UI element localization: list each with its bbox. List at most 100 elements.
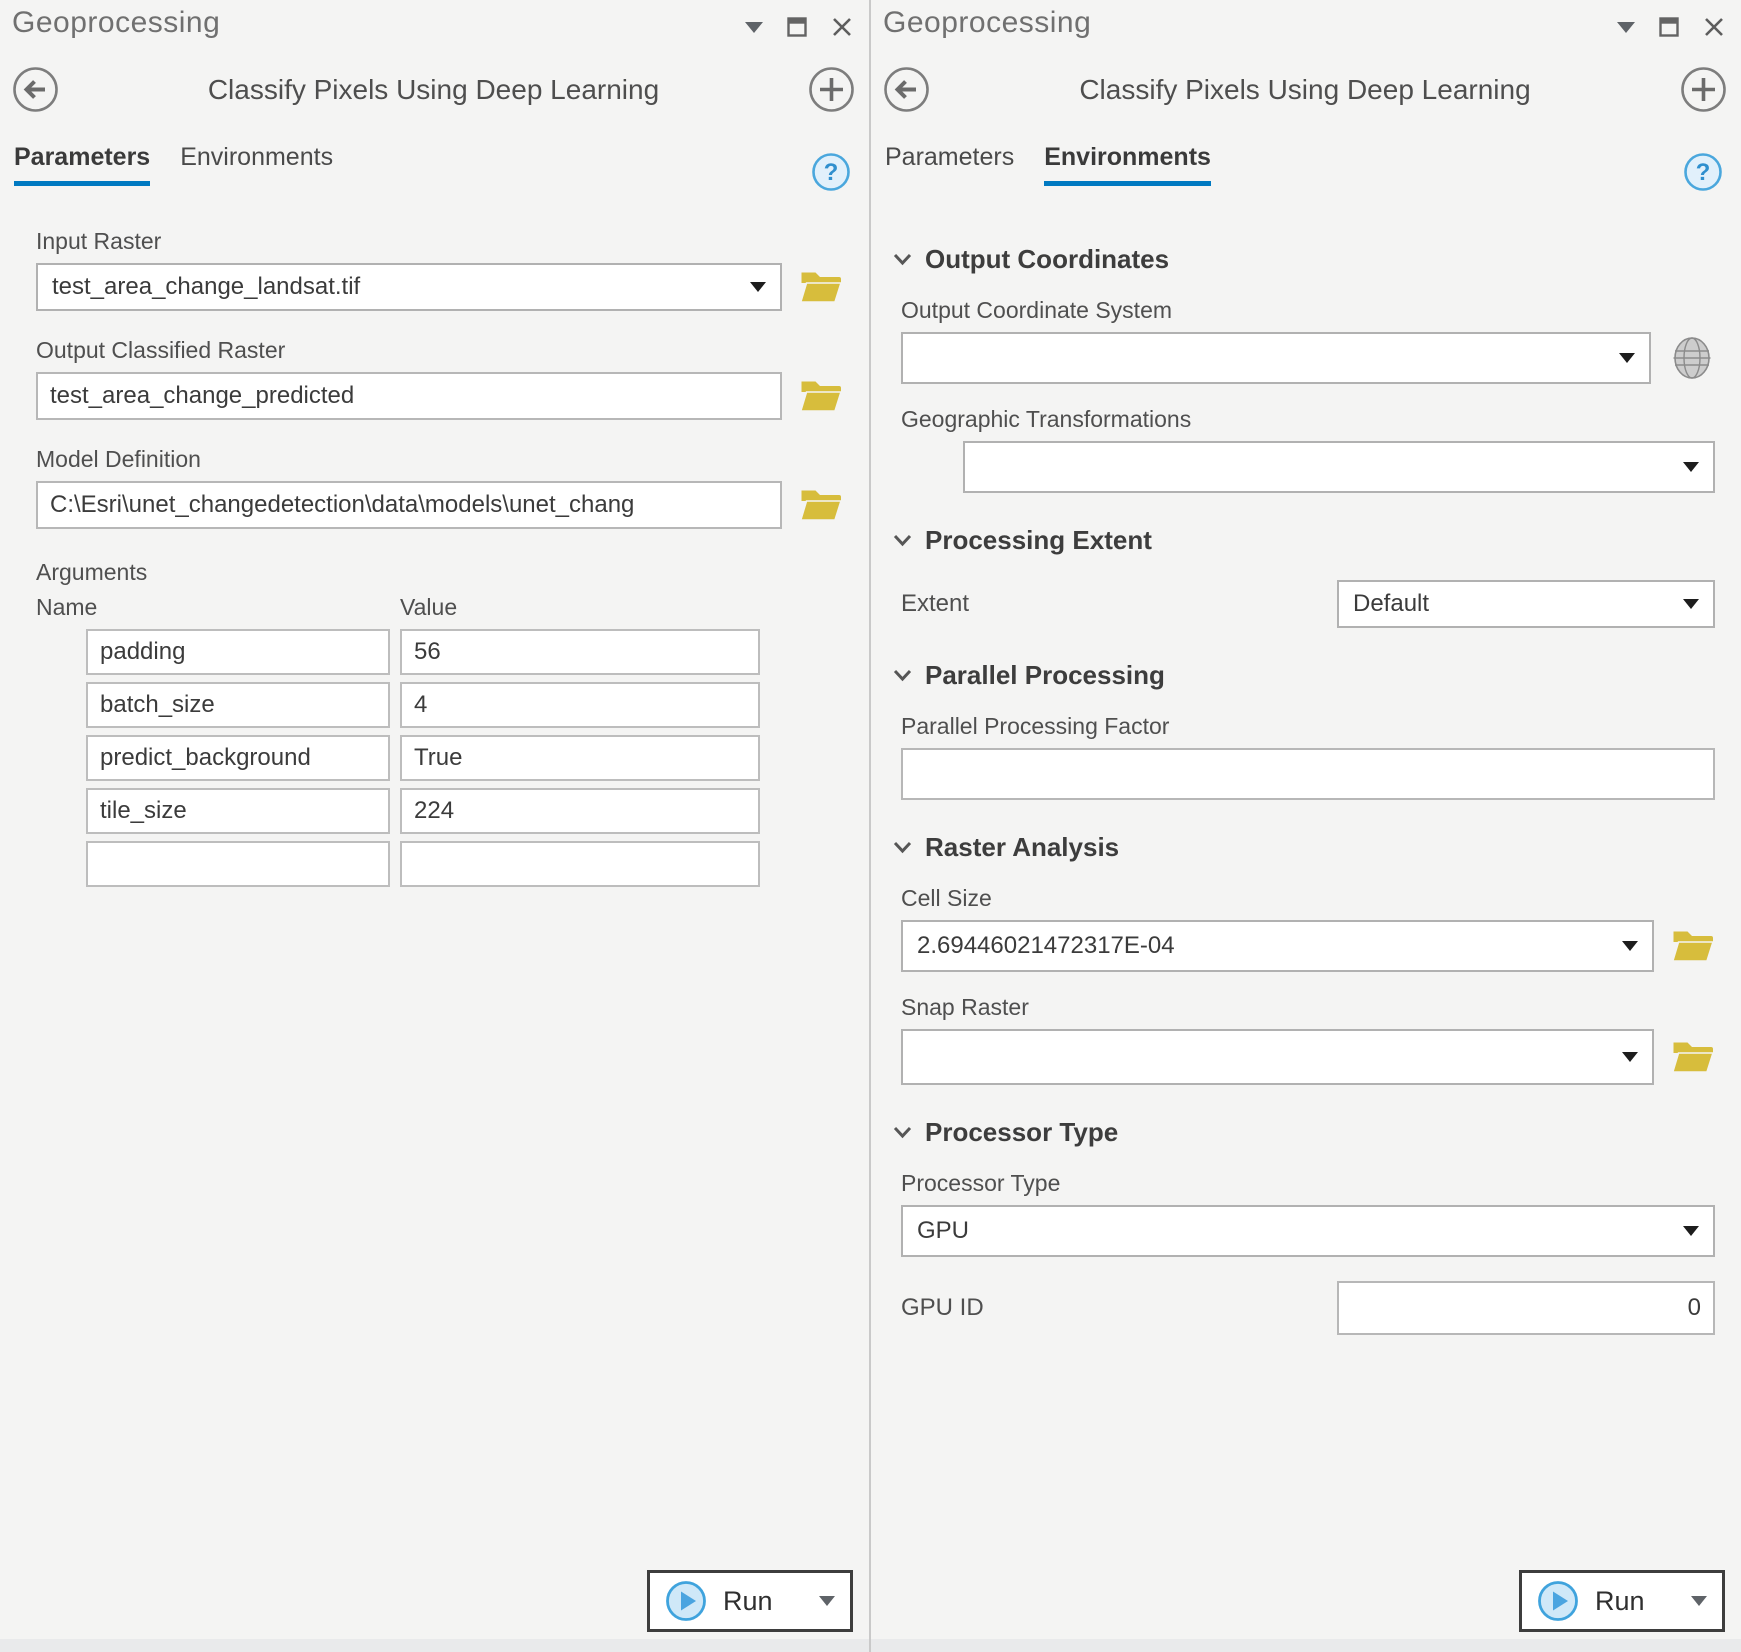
output-raster-browse-button[interactable] <box>800 378 843 414</box>
parallel-factor-input[interactable] <box>901 748 1715 800</box>
input-raster-value: test_area_change_landsat.tif <box>52 273 360 301</box>
panel-title: Geoprocessing <box>883 6 1091 40</box>
geoprocessing-panel-right: Geoprocessing Classify Pixels Usi <box>871 0 1741 1652</box>
input-raster-dropdown[interactable]: test_area_change_landsat.tif <box>36 263 782 311</box>
argument-name-input[interactable] <box>86 788 390 834</box>
processor-type-dropdown[interactable]: GPU <box>901 1205 1715 1257</box>
caret-down-icon <box>745 22 763 33</box>
tool-title: Classify Pixels Using Deep Learning <box>59 74 808 106</box>
caret-down-icon <box>1617 22 1635 33</box>
snap-raster-dropdown[interactable] <box>901 1029 1654 1085</box>
cell-size-browse-button[interactable] <box>1672 928 1715 964</box>
argument-value-input[interactable] <box>400 629 760 675</box>
gpu-id-label: GPU ID <box>901 1294 984 1322</box>
panel-header: Geoprocessing <box>0 0 869 40</box>
close-icon <box>1703 16 1725 38</box>
help-button[interactable]: ? <box>811 152 851 192</box>
select-coordinate-system-button[interactable] <box>1669 335 1715 381</box>
panel-title: Geoprocessing <box>12 6 220 40</box>
argument-row <box>86 682 869 728</box>
snap-raster-browse-button[interactable] <box>1672 1039 1715 1075</box>
model-definition-browse-button[interactable] <box>800 487 843 523</box>
float-window-button[interactable] <box>787 17 807 37</box>
parameters-form: Input Raster test_area_change_landsat.ti… <box>0 186 869 887</box>
window-restore-icon <box>787 17 807 37</box>
cell-size-label: Cell Size <box>901 885 1715 912</box>
cell-size-dropdown[interactable]: 2.69446021472317E-04 <box>901 920 1654 972</box>
output-raster-input[interactable] <box>36 372 782 420</box>
panel-menu-button[interactable] <box>745 22 763 33</box>
tool-header: Classify Pixels Using Deep Learning <box>871 40 1741 113</box>
folder-icon <box>800 269 843 305</box>
argument-row <box>86 735 869 781</box>
close-button[interactable] <box>831 16 853 38</box>
back-button[interactable] <box>883 66 930 113</box>
input-raster-label: Input Raster <box>36 228 869 255</box>
snap-raster-label: Snap Raster <box>901 994 1715 1021</box>
caret-down-icon <box>1683 599 1699 609</box>
tab-parameters[interactable]: Parameters <box>885 143 1014 186</box>
geoprocessing-panel-left: Geoprocessing Classify Pixels Usi <box>0 0 869 1652</box>
section-processing-extent[interactable]: Processing Extent <box>893 525 1715 556</box>
run-button[interactable]: Run <box>1519 1570 1725 1632</box>
gpu-id-input[interactable] <box>1337 1281 1715 1335</box>
section-title: Output Coordinates <box>925 244 1169 275</box>
ocs-label: Output Coordinate System <box>901 297 1715 324</box>
panel-menu-button[interactable] <box>1617 22 1635 33</box>
argument-value-input[interactable] <box>400 735 760 781</box>
environments-form: Output Coordinates Output Coordinate Sys… <box>871 186 1741 1335</box>
tabs-row: Parameters Environments ? <box>0 113 869 186</box>
caret-down-icon <box>1619 353 1635 363</box>
argument-name-input[interactable] <box>86 841 390 887</box>
window-controls <box>745 16 853 38</box>
plus-circle-icon <box>808 66 855 113</box>
back-button[interactable] <box>12 66 59 113</box>
input-raster-browse-button[interactable] <box>800 269 843 305</box>
open-in-new-button[interactable] <box>1680 66 1727 113</box>
tab-environments[interactable]: Environments <box>1044 143 1211 186</box>
run-button[interactable]: Run <box>647 1570 853 1632</box>
argument-name-input[interactable] <box>86 682 390 728</box>
help-button[interactable]: ? <box>1683 152 1723 192</box>
geo-transformations-dropdown[interactable] <box>963 441 1715 493</box>
section-parallel-processing[interactable]: Parallel Processing <box>893 660 1715 691</box>
play-icon <box>665 1580 707 1622</box>
run-button-label: Run <box>1595 1586 1645 1617</box>
caret-down-icon <box>1691 1596 1707 1606</box>
panel-footer <box>871 1639 1741 1652</box>
close-icon <box>831 16 853 38</box>
arguments-label: Arguments <box>36 559 147 586</box>
panel-header: Geoprocessing <box>871 0 1741 40</box>
argument-row <box>86 788 869 834</box>
ocs-dropdown[interactable] <box>901 332 1651 384</box>
chevron-down-icon <box>893 669 912 682</box>
extent-dropdown[interactable]: Default <box>1337 580 1715 628</box>
model-definition-input[interactable] <box>36 481 782 529</box>
close-button[interactable] <box>1703 16 1725 38</box>
tab-parameters[interactable]: Parameters <box>14 143 150 186</box>
output-raster-label: Output Classified Raster <box>36 337 869 364</box>
chevron-down-icon <box>893 534 912 547</box>
tab-environments[interactable]: Environments <box>180 143 333 186</box>
section-output-coordinates[interactable]: Output Coordinates <box>893 244 1715 275</box>
argument-row <box>86 841 869 887</box>
argument-row <box>86 629 869 675</box>
section-raster-analysis[interactable]: Raster Analysis <box>893 832 1715 863</box>
float-window-button[interactable] <box>1659 17 1679 37</box>
open-in-new-button[interactable] <box>808 66 855 113</box>
argument-name-input[interactable] <box>86 735 390 781</box>
tool-title: Classify Pixels Using Deep Learning <box>930 74 1680 106</box>
window-restore-icon <box>1659 17 1679 37</box>
argument-value-input[interactable] <box>400 682 760 728</box>
section-title: Raster Analysis <box>925 832 1119 863</box>
extent-label: Extent <box>901 590 969 618</box>
argument-value-input[interactable] <box>400 841 760 887</box>
argument-value-input[interactable] <box>400 788 760 834</box>
plus-circle-icon <box>1680 66 1727 113</box>
folder-icon <box>800 378 843 414</box>
help-icon: ? <box>1683 152 1723 192</box>
section-processor-type[interactable]: Processor Type <box>893 1117 1715 1148</box>
extent-value: Default <box>1353 590 1429 618</box>
argument-name-input[interactable] <box>86 629 390 675</box>
model-definition-label: Model Definition <box>36 446 869 473</box>
